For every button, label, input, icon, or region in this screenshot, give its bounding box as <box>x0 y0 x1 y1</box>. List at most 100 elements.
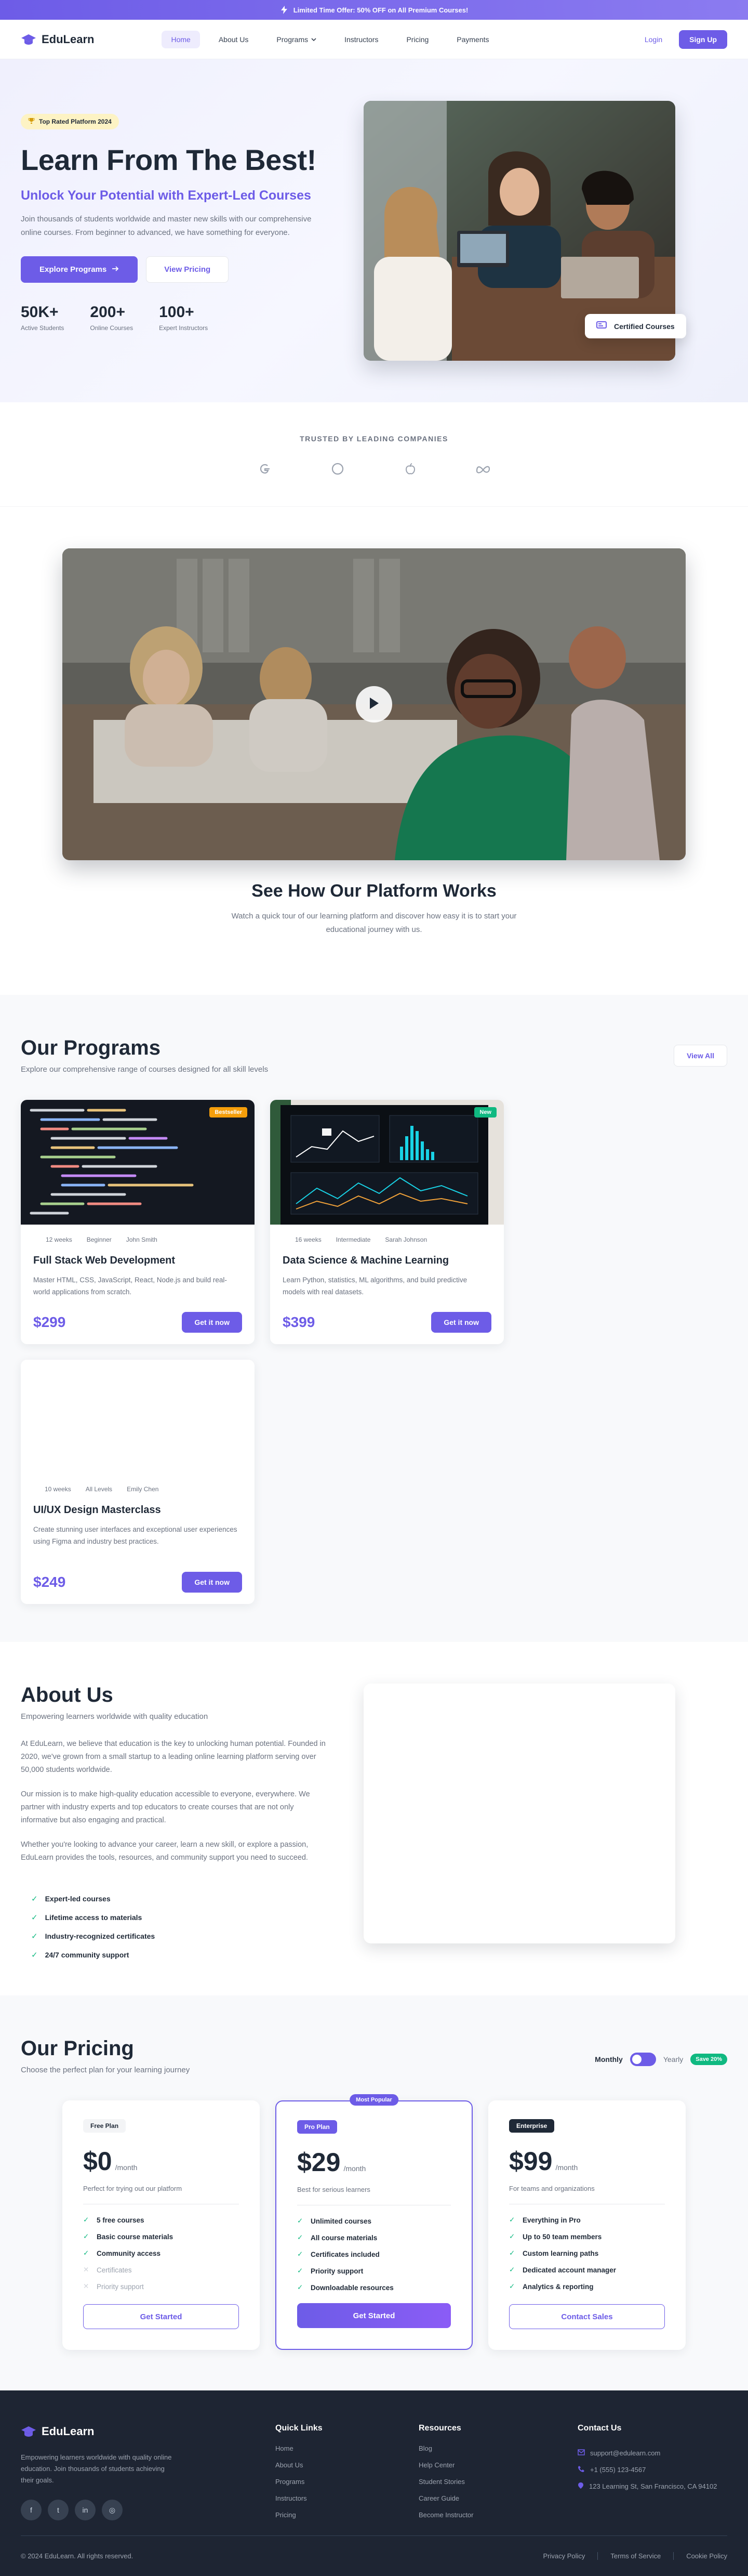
footer-link[interactable]: About Us <box>275 2461 303 2469</box>
get-it-now-button[interactable]: Get it now <box>431 1312 491 1333</box>
facebook-icon[interactable]: f <box>21 2500 42 2520</box>
course-card[interactable]: Bestseller 12 weeks Beginner John Smith … <box>21 1100 255 1344</box>
footer-link[interactable]: Blog <box>419 2444 432 2452</box>
plan-feature: ✓ Basic course materials <box>83 2228 239 2245</box>
privacy-policy-link[interactable]: Privacy Policy <box>543 2552 585 2560</box>
hero-section: Top Rated Platform 2024 Learn From The B… <box>0 59 748 402</box>
instagram-icon[interactable]: ◎ <box>102 2500 123 2520</box>
billing-toggle: Monthly Yearly Save 20% <box>595 2053 727 2066</box>
feature-text: Priority support <box>97 2282 144 2291</box>
nav-programs[interactable]: Programs <box>267 31 326 48</box>
plan-feature: ✓ Dedicated account manager <box>509 2262 665 2278</box>
get-started-button[interactable]: Get Started <box>83 2304 239 2329</box>
hero-content: Top Rated Platform 2024 Learn From The B… <box>21 114 332 332</box>
nav-instructors[interactable]: Instructors <box>335 31 388 48</box>
get-it-now-button[interactable]: Get it now <box>182 1572 242 1593</box>
course-description: Create stunning user interfaces and exce… <box>33 1526 237 1545</box>
view-pricing-button[interactable]: View Pricing <box>146 256 229 283</box>
nav-payments[interactable]: Payments <box>447 31 498 48</box>
stat-value: 50K+ <box>21 304 59 321</box>
footer-link[interactable]: Help Center <box>419 2461 455 2469</box>
check-icon: ✓ <box>509 2249 515 2257</box>
get-started-button[interactable]: Get Started <box>297 2303 451 2328</box>
stat-label: Active Students <box>21 324 64 332</box>
contact-sales-button[interactable]: Contact Sales <box>509 2304 665 2329</box>
nav-about[interactable]: About Us <box>209 31 258 48</box>
view-all-button[interactable]: View All <box>674 1045 727 1067</box>
course-meta: 16 weeks Intermediate Sarah Johnson <box>283 1236 491 1243</box>
price-amount: $29 <box>297 2148 341 2177</box>
plan-price: $29 /month <box>297 2147 451 2177</box>
terms-link[interactable]: Terms of Service <box>597 2552 661 2560</box>
programs-subtitle: Explore our comprehensive range of cours… <box>21 1065 269 1074</box>
certified-label: Certified Courses <box>614 322 675 331</box>
check-icon: ✓ <box>509 2266 515 2273</box>
footer-brand-name: EduLearn <box>42 2425 95 2438</box>
plan-feature: ✓ 5 free courses <box>83 2212 239 2228</box>
brand-logo[interactable]: EduLearn <box>21 32 94 47</box>
stat-label: Online Courses <box>90 324 133 332</box>
course-footer: $249 Get it now <box>33 1572 242 1593</box>
nav-home[interactable]: Home <box>162 30 200 48</box>
get-it-now-button[interactable]: Get it now <box>182 1312 242 1333</box>
stat-label: Expert Instructors <box>159 324 208 332</box>
contact-email[interactable]: support@edulearn.com <box>590 2449 660 2457</box>
course-card[interactable]: 10 weeks All Levels Emily Chen UI/UX Des… <box>21 1360 255 1604</box>
plan-feature-disabled: ✕ Priority support <box>83 2278 239 2295</box>
footer-link[interactable]: Home <box>275 2444 293 2452</box>
course-description: Learn Python, statistics, ML algorithms,… <box>283 1276 468 1296</box>
course-meta: 10 weeks All Levels Emily Chen <box>33 1486 242 1493</box>
plan-feature: ✓ Downloadable resources <box>297 2279 451 2296</box>
price-amount: $99 <box>509 2147 553 2176</box>
check-icon: ✓ <box>509 2232 515 2240</box>
footer-link[interactable]: Career Guide <box>419 2494 459 2502</box>
course-description: Master HTML, CSS, JavaScript, React, Nod… <box>33 1276 227 1296</box>
feature-text: Expert-led courses <box>45 1895 111 1903</box>
badge-text: Top Rated Platform 2024 <box>39 118 112 125</box>
footer-link[interactable]: Programs <box>275 2478 304 2486</box>
course-duration: 12 weeks <box>46 1236 72 1243</box>
billing-switch[interactable] <box>630 2053 656 2066</box>
about-title: About Us <box>21 1684 113 1706</box>
plan-feature: ✓ Everything in Pro <box>509 2212 665 2228</box>
stat-courses: 200+ Online Courses <box>90 304 133 332</box>
footer-link[interactable]: Become Instructor <box>419 2511 474 2519</box>
cross-icon: ✕ <box>83 2266 89 2273</box>
course-price: $399 <box>283 1314 315 1330</box>
plan-card-enterprise: Enterprise $99 /month For teams and orga… <box>488 2100 686 2350</box>
explore-programs-button[interactable]: Explore Programs <box>21 256 138 283</box>
trusted-label: TRUSTED BY LEADING COMPANIES <box>300 435 448 443</box>
feature-text: Unlimited courses <box>311 2217 372 2225</box>
twitter-icon[interactable]: t <box>48 2500 69 2520</box>
microsoft-icon <box>329 461 346 477</box>
signup-button[interactable]: Sign Up <box>679 30 727 49</box>
cookie-policy-link[interactable]: Cookie Policy <box>673 2552 727 2560</box>
plan-feature: ✓ Custom learning paths <box>509 2245 665 2262</box>
plan-feature: ✓ Up to 50 team members <box>509 2228 665 2245</box>
legal-links: Privacy Policy Terms of Service Cookie P… <box>543 2552 727 2560</box>
play-button[interactable] <box>356 686 392 722</box>
linkedin-icon[interactable]: in <box>75 2500 96 2520</box>
course-card[interactable]: New 16 weeks Intermediate Sarah Johnson … <box>270 1100 504 1344</box>
trusted-section: TRUSTED BY LEADING COMPANIES <box>0 402 748 506</box>
footer-link[interactable]: Instructors <box>275 2494 307 2502</box>
feature-text: Downloadable resources <box>311 2283 394 2292</box>
new-tag: New <box>474 1107 497 1118</box>
footer-contact: Contact Us support@edulearn.com +1 (555)… <box>578 2424 717 2494</box>
plan-price: $99 /month <box>509 2146 665 2176</box>
hero-description: Join thousands of students worldwide and… <box>21 215 312 237</box>
brand-name: EduLearn <box>42 32 95 46</box>
login-button[interactable]: Login <box>637 31 670 48</box>
bolt-icon <box>280 6 288 14</box>
nav-pricing[interactable]: Pricing <box>397 31 438 48</box>
course-level: Beginner <box>86 1236 112 1243</box>
check-icon: ✓ <box>31 1895 38 1903</box>
course-meta: 12 weeks Beginner John Smith <box>33 1236 242 1243</box>
check-icon: ✓ <box>31 1932 38 1941</box>
contact-phone[interactable]: +1 (555) 123-4567 <box>590 2466 646 2474</box>
video-player[interactable] <box>62 548 686 860</box>
explore-programs-label: Explore Programs <box>39 265 107 274</box>
footer-link[interactable]: Pricing <box>275 2511 296 2519</box>
plan-tagline: For teams and organizations <box>509 2185 665 2204</box>
footer-link[interactable]: Student Stories <box>419 2478 465 2486</box>
